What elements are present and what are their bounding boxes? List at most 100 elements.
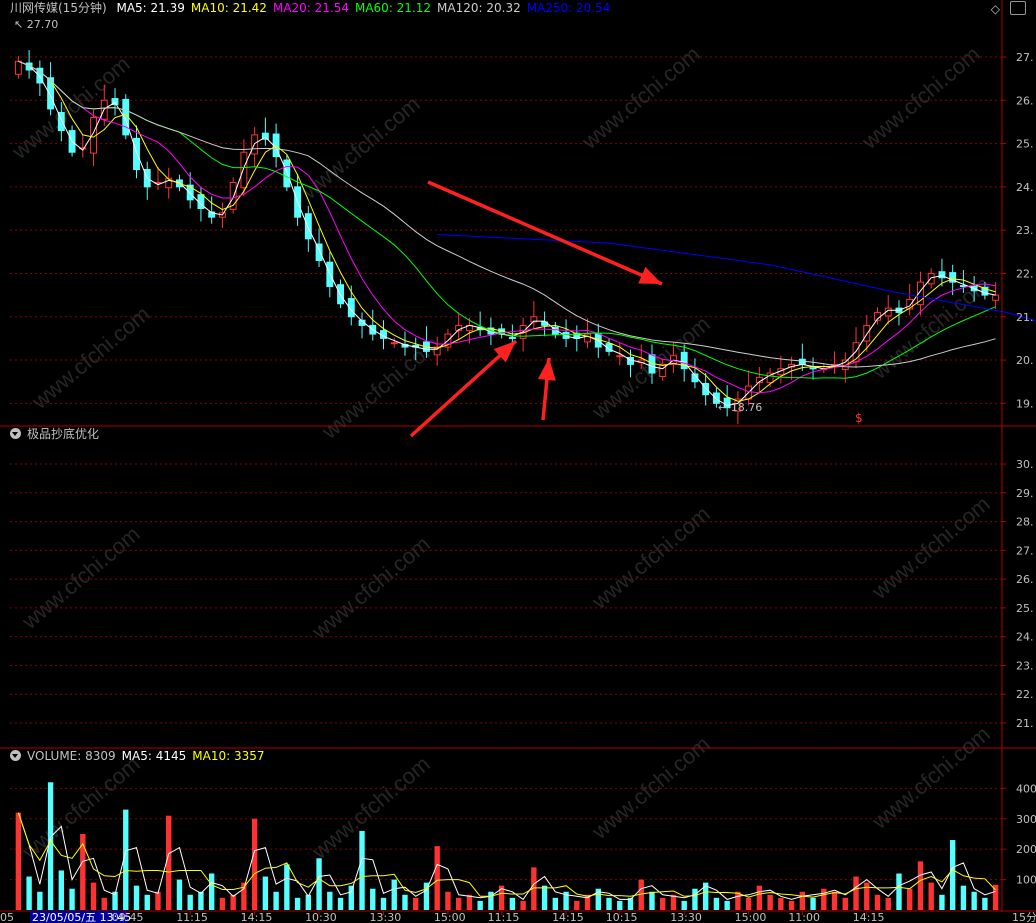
xtick-label-8: 10:15 (606, 911, 638, 923)
watermark-13: www.cfchi.com (306, 751, 434, 864)
volume-bar (982, 897, 988, 910)
volume-bar (348, 885, 354, 910)
volume-bar (155, 891, 161, 910)
indicator-ytick-label-6: 27. (1016, 544, 1034, 557)
watermark-15: www.cfchi.com (866, 721, 994, 834)
volume-ytick-label-0: 100 (1016, 874, 1036, 887)
watermark-11: www.cfchi.com (866, 491, 994, 604)
candle-body (133, 137, 140, 171)
volume-bar (15, 812, 22, 910)
volume-ytick-label-2: 300 (1016, 813, 1036, 826)
volume-bar (273, 891, 279, 910)
indicator-legend: 极品抄底优化 (10, 426, 105, 442)
low-price-label: ← 18.76 (718, 401, 762, 414)
candle-body (992, 294, 1000, 301)
legend-item-2: MA20: 21.54 (272, 1, 349, 15)
volume-bar (853, 876, 859, 910)
indicator-ytick-label-7: 28. (1016, 516, 1034, 529)
volume-bar (541, 885, 548, 910)
volume-ytick-label-1: 200 (1016, 843, 1036, 856)
indicator-ytick-label-2: 23. (1016, 659, 1034, 672)
volume-bar (391, 879, 397, 910)
candle-body (584, 333, 591, 343)
volume-bar (896, 873, 902, 910)
volume-legend-item-0: VOLUME: 8309 (27, 749, 116, 763)
volume-bar (359, 830, 365, 910)
indicator-ytick-label-3: 24. (1016, 631, 1034, 644)
volume-bar (617, 900, 623, 910)
volume-bar (208, 873, 215, 910)
volume-bar (874, 894, 881, 910)
watermark-10: www.cfchi.com (586, 501, 714, 614)
xtick-label-12: 14:15 (853, 911, 885, 923)
y-tick-labels: 19. 20. 21. 22. 23. 24. 25. 26. 27. 21. 22. 23. 24. 2… (1002, 51, 1036, 887)
panel-menu-icon[interactable] (10, 428, 21, 439)
volume-bar (37, 891, 43, 910)
volume-bar (370, 888, 376, 910)
volume-bar (552, 897, 559, 910)
legend-item-1: MA10: 21.42 (190, 1, 267, 15)
volume-bar (713, 897, 720, 910)
xtick-label-5: 15:00 (434, 911, 466, 923)
signal-marker: $ (855, 411, 863, 425)
xtick-label-9: 13:30 (670, 911, 702, 923)
volume-bar (26, 876, 32, 910)
volume-bar (80, 833, 86, 910)
volume-bar (606, 897, 612, 910)
volume-bar (251, 818, 258, 910)
volume-bar (69, 888, 75, 910)
volume-bar (574, 900, 580, 910)
volume-bar (466, 894, 473, 910)
candle-body (283, 159, 291, 188)
candle-body (809, 367, 817, 370)
volume-bar (455, 897, 462, 910)
watermark-layer: www.cfchi.com www.cfchi.com www.cfchi.com w… (6, 41, 994, 864)
candle-body (240, 151, 248, 189)
volume-ma-lines (17, 812, 996, 901)
price-legend: 川网传媒(15分钟) MA5: 21.39 MA10: 21.42 MA20: 21… (10, 0, 622, 16)
volume-bar (58, 870, 65, 910)
volume-bar (477, 900, 483, 910)
volume-bar (821, 888, 827, 910)
volume-bar (520, 900, 526, 910)
volume-bar (831, 891, 838, 910)
xtick-label-10: 15:00 (735, 911, 767, 923)
candle-body (616, 355, 624, 358)
price-ytick-label-5: 24. (1016, 181, 1034, 194)
volume-bar (402, 894, 408, 910)
price-ytick-label-0: 19. (1016, 397, 1034, 410)
indicator-ytick-label-8: 29. (1016, 487, 1034, 500)
price-annotations: ↖ 27.70 ← 18.76 $ (14, 18, 863, 425)
price-candles (14, 50, 1000, 425)
diamond-icon[interactable]: ◇ (991, 2, 1000, 16)
indicator-ytick-label-1: 22. (1016, 688, 1034, 701)
collapse-icon[interactable] (1010, 1, 1026, 15)
volume-menu-icon[interactable] (10, 750, 21, 761)
volume-bar (660, 897, 666, 910)
volume-legend: VOLUME: 8309 MA5: 4145 MA10: 3357 (10, 748, 276, 764)
xtick-label-11: 11:00 (788, 911, 820, 923)
indicator-title: 极品抄底优化 (27, 427, 100, 441)
xtick-label-3: 10:30 (305, 911, 337, 923)
volume-ma-line-ma5 (17, 812, 996, 901)
watermark-3: www.cfchi.com (856, 41, 984, 154)
price-ytick-label-8: 27. (1016, 51, 1034, 64)
xtick-label-0: 09:45 (112, 911, 144, 923)
volume-bar (176, 879, 183, 910)
watermark-8: www.cfchi.com (16, 521, 144, 634)
candle-body (14, 60, 22, 75)
xtick-label-6: 11:15 (488, 911, 520, 923)
volume-bar (133, 885, 140, 910)
xtick-label-4: 13:30 (370, 911, 402, 923)
legend-item-5: MA250: 20.54 (526, 1, 611, 15)
candle-body (304, 213, 312, 240)
volume-bar (413, 897, 419, 910)
volume-bar (767, 894, 773, 910)
stock-chart: www.cfchi.com www.cfchi.com www.cfchi.com w… (0, 0, 1036, 923)
volume-bar (778, 897, 784, 910)
watermark-1: www.cfchi.com (296, 91, 424, 204)
volume-bar (144, 894, 150, 910)
ma-line-ma120 (18, 60, 996, 368)
volume-bar (187, 894, 193, 910)
volume-bar (681, 900, 687, 910)
